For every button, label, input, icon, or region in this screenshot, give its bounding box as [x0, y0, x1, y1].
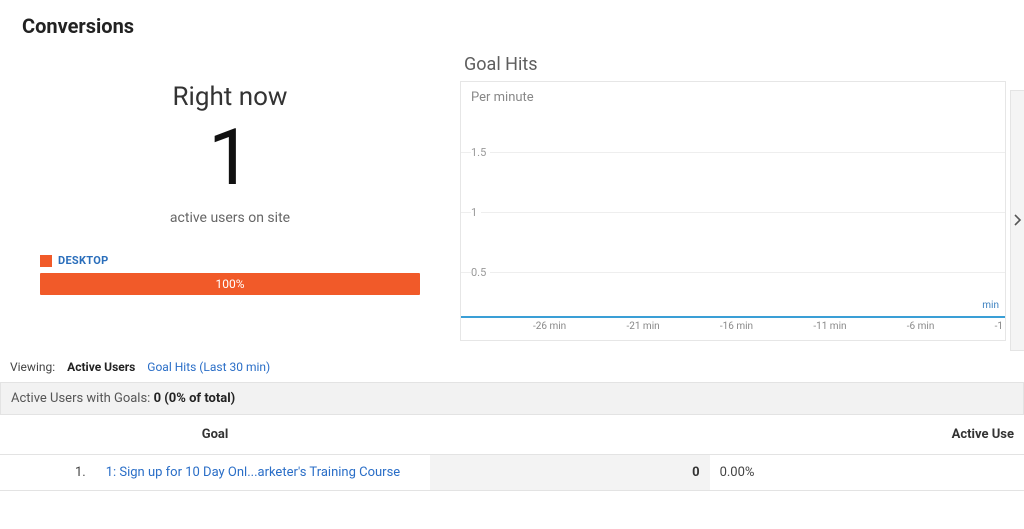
page-title: Conversions — [22, 14, 1002, 38]
tab-goal-hits[interactable]: Goal Hits (Last 30 min) — [147, 360, 270, 374]
goals-table: Goal Active Use 1. 1: Sign up for 10 Day… — [0, 415, 1024, 491]
chart-unit-label: Per minute — [461, 82, 1005, 105]
square-swatch-icon — [40, 255, 52, 267]
device-legend: DESKTOP — [20, 254, 440, 267]
x-axis-unit: min — [982, 300, 999, 311]
realtime-count: 1 — [20, 120, 440, 198]
y-tick: 1 — [461, 212, 1005, 213]
row-pct: 0.00% — [710, 455, 1024, 491]
summary-prefix: Active Users with Goals: — [11, 391, 154, 406]
row-count: 0 — [430, 455, 710, 491]
realtime-heading: Right now — [20, 82, 440, 112]
row-goal-cell: 1: Sign up for 10 Day Onl...arketer's Tr… — [96, 455, 430, 491]
x-tick: -21 min — [626, 321, 659, 332]
column-header-active[interactable]: Active Use — [430, 415, 1024, 455]
goal-link[interactable]: 1: Sign up for 10 Day Onl...arketer's Tr… — [106, 465, 401, 480]
view-mode-row: Viewing: Active Users Goal Hits (Last 30… — [0, 354, 1024, 382]
summary-bar: Active Users with Goals: 0 (0% of total) — [0, 382, 1024, 415]
x-tick: -1 — [995, 321, 1003, 332]
summary-value: 0 (0% of total) — [154, 391, 236, 406]
goal-hits-chart[interactable]: Per minute 1.5 1 0.5 min -26 min -21 min… — [460, 81, 1006, 341]
dashboard-top-row: Right now 1 active users on site DESKTOP… — [0, 54, 1024, 354]
row-index: 1. — [0, 455, 96, 491]
x-tick: -6 min — [907, 321, 935, 332]
x-tick: -26 min — [533, 321, 566, 332]
x-axis-labels: -26 min -21 min -16 min -11 min -6 min -… — [461, 318, 1005, 332]
chart-x-axis: min -26 min -21 min -16 min -11 min -6 m… — [461, 316, 1005, 340]
device-breakdown-bar[interactable]: 100% — [40, 273, 420, 295]
device-bar-pct: 100% — [215, 277, 244, 291]
realtime-pane: Right now 1 active users on site DESKTOP… — [0, 54, 460, 354]
table-row[interactable]: 1. 1: Sign up for 10 Day Onl...arketer's… — [0, 455, 1024, 491]
y-tick: 0.5 — [461, 272, 1005, 273]
viewing-label: Viewing: — [10, 360, 55, 374]
chart-pane: Goal Hits Per minute 1.5 1 0.5 min -26 m… — [460, 54, 1024, 354]
y-tick: 1.5 — [461, 152, 1005, 153]
x-tick: -11 min — [813, 321, 846, 332]
page-header: Conversions — [0, 0, 1024, 46]
expand-side-tab[interactable] — [1010, 90, 1024, 351]
x-tick: -16 min — [720, 321, 753, 332]
chart-grid: 1.5 1 0.5 — [461, 116, 1005, 316]
chart-title: Goal Hits — [460, 54, 1006, 75]
column-header-goal[interactable]: Goal — [0, 415, 430, 455]
tab-active-users[interactable]: Active Users — [67, 360, 135, 374]
realtime-subtitle: active users on site — [20, 210, 440, 226]
device-label[interactable]: DESKTOP — [58, 254, 109, 267]
chevron-right-icon — [1014, 211, 1022, 230]
